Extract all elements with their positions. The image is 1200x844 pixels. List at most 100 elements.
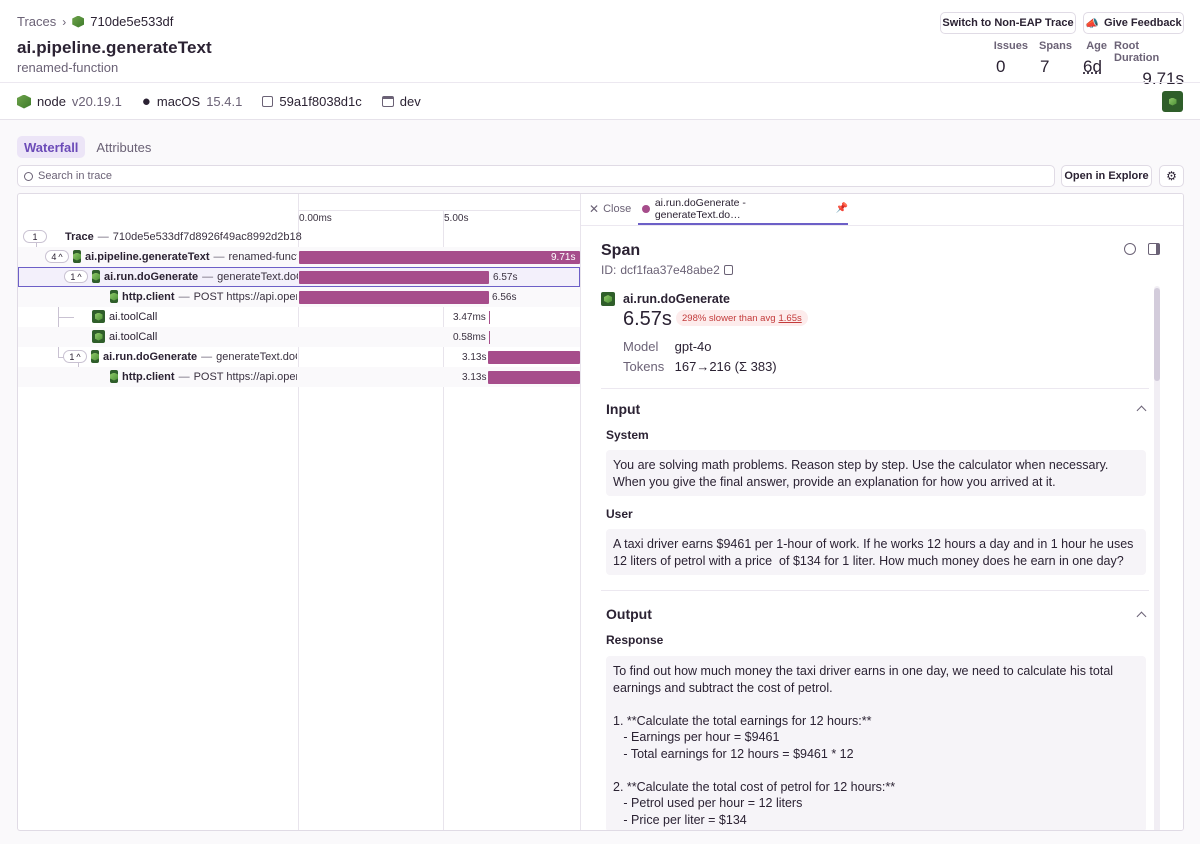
output-section-title[interactable]: Output bbox=[606, 606, 652, 622]
span-op: http.client bbox=[122, 290, 175, 303]
trace-root-id: 710de5e533df7d8926f49ac8992d2b18 bbox=[112, 230, 302, 243]
user-message: A taxi driver earns $9461 per 1-hour of … bbox=[606, 529, 1146, 575]
span-op: ai.pipeline.generateText bbox=[85, 250, 210, 263]
env-os-name: macOS bbox=[156, 94, 201, 109]
header-divider bbox=[0, 82, 1200, 83]
switch-trace-button[interactable]: Switch to Non-EAP Trace bbox=[940, 12, 1076, 34]
stat-spans-label: Spans bbox=[1038, 40, 1072, 52]
span-bar[interactable] bbox=[489, 331, 490, 344]
copy-icon[interactable] bbox=[723, 265, 733, 275]
tab-waterfall[interactable]: Waterfall bbox=[17, 136, 86, 158]
give-feedback-label: Give Feedback bbox=[1104, 17, 1182, 29]
open-in-explore-button[interactable]: Open in Explore bbox=[1061, 165, 1152, 187]
span-row-selected[interactable]: 1^ ai.run.doGenerate — generateText.doGe… bbox=[18, 267, 580, 287]
span-id-label: ID: bbox=[601, 263, 617, 277]
node-icon bbox=[92, 270, 100, 283]
waterfall-panel: 0.00ms 5.00s 1 Trace — 710de5e533df7d892… bbox=[17, 193, 1184, 831]
span-bar[interactable] bbox=[489, 311, 490, 324]
tab-attributes[interactable]: Attributes bbox=[89, 136, 158, 158]
trace-search-input[interactable]: Search in trace bbox=[17, 165, 1055, 187]
span-row-label: 4 ^ ai.pipeline.generateText — renamed-fu… bbox=[45, 250, 297, 263]
span-duration: 9.71s bbox=[551, 252, 576, 263]
span-children-badge[interactable]: 4 ^ bbox=[45, 250, 69, 263]
drawer-close-label: Close bbox=[603, 203, 632, 215]
span-row[interactable]: 1^ ai.run.doGenerate — generateText.doGe… bbox=[18, 347, 580, 367]
dash: — bbox=[178, 290, 190, 303]
response-label: Response bbox=[606, 633, 664, 647]
dash: — bbox=[178, 370, 190, 383]
stat-root-duration-value: 9.71s bbox=[1142, 69, 1184, 88]
drawer-close-button[interactable]: ✕ Close bbox=[589, 202, 631, 216]
node-icon bbox=[110, 290, 118, 303]
dash: — bbox=[201, 350, 213, 363]
chevron-up-icon[interactable] bbox=[1136, 405, 1147, 416]
span-bar[interactable] bbox=[488, 351, 580, 364]
env-os-version: 15.4.1 bbox=[206, 94, 243, 109]
breadcrumb-trace-id: 710de5e533df bbox=[90, 14, 174, 29]
span-bar[interactable] bbox=[299, 271, 489, 284]
timeline-tick-0: 0.00ms bbox=[299, 213, 332, 224]
env-release[interactable]: 59a1f8038d1c bbox=[262, 94, 362, 109]
give-feedback-button[interactable]: 📣 Give Feedback bbox=[1083, 12, 1184, 34]
settings-button[interactable]: ⚙ bbox=[1159, 165, 1184, 187]
breadcrumb: Traces › 710de5e533df bbox=[17, 14, 173, 29]
stat-age-value[interactable]: 6d bbox=[1083, 57, 1102, 77]
node-icon bbox=[92, 330, 105, 343]
gear-icon: ⚙ bbox=[1166, 169, 1177, 183]
chevron-up-icon[interactable] bbox=[1136, 611, 1147, 622]
node-icon bbox=[601, 292, 615, 306]
span-op: ai.toolCall bbox=[109, 310, 158, 323]
span-duration: 3.13s bbox=[462, 352, 487, 363]
span-bar[interactable] bbox=[299, 251, 580, 264]
response-message: To find out how much money the taxi driv… bbox=[606, 656, 1146, 830]
span-duration: 6.56s bbox=[492, 292, 517, 303]
span-bar[interactable] bbox=[488, 371, 580, 384]
drawer-scrollbar-thumb[interactable] bbox=[1154, 288, 1160, 381]
node-icon bbox=[91, 350, 99, 363]
avg-value[interactable]: 1.65s bbox=[778, 313, 801, 324]
drawer-span-tab-title: ai.run.doGenerate - generateText.do… bbox=[654, 196, 746, 221]
trace-root-row[interactable]: 1 Trace — 710de5e533df7d8926f49ac8992d2b… bbox=[18, 227, 580, 247]
span-row[interactable]: ai.toolCall 3.47ms bbox=[18, 307, 580, 327]
panel-layout-icon[interactable] bbox=[1148, 243, 1160, 255]
span-row[interactable]: ai.toolCall 0.58ms bbox=[18, 327, 580, 347]
open-in-explore-label: Open in Explore bbox=[1064, 170, 1149, 182]
section-divider bbox=[601, 388, 1149, 389]
trace-children-badge[interactable]: 1 bbox=[23, 230, 47, 243]
project-avatar-icon[interactable] bbox=[1162, 91, 1183, 112]
span-row[interactable]: http.client — POST https://api.openai.co… bbox=[18, 287, 580, 307]
apple-icon: ● bbox=[141, 93, 151, 110]
env-runtime: node v20.19.1 bbox=[17, 94, 122, 109]
span-duration: 0.58ms bbox=[453, 332, 486, 343]
span-children-badge[interactable]: 1 ^ bbox=[64, 270, 88, 283]
trace-root-label: 1 Trace — 710de5e533df7d8926f49ac8992d2b… bbox=[23, 230, 302, 243]
env-runtime-version: v20.19.1 bbox=[71, 94, 122, 109]
drawer-span-tab[interactable]: ai.run.doGenerate - generateText.do… 📌 bbox=[638, 194, 848, 225]
span-children-count: 1 bbox=[69, 351, 75, 362]
span-op: ai.toolCall bbox=[109, 330, 158, 343]
tokens-row: Tokens 167→216 (Σ 383) bbox=[623, 359, 777, 374]
span-summary-op-name: ai.run.doGenerate bbox=[623, 292, 730, 306]
stat-spans: Spans 7 bbox=[1038, 40, 1072, 77]
span-bar[interactable] bbox=[299, 291, 489, 304]
tokens-input: 167 bbox=[674, 359, 697, 374]
span-description: renamed-function bbox=[228, 250, 297, 263]
tokens-output: 216 (Σ 383) bbox=[709, 359, 777, 374]
span-row[interactable]: http.client — POST https://api.openai.co… bbox=[18, 367, 580, 387]
span-children-badge[interactable]: 1 ^ bbox=[63, 350, 87, 363]
input-section-title[interactable]: Input bbox=[606, 401, 640, 417]
chevron-up-icon: ^ bbox=[58, 251, 63, 262]
span-row[interactable]: 4 ^ ai.pipeline.generateText — renamed-fu… bbox=[18, 247, 580, 267]
model-value: gpt-4o bbox=[674, 339, 712, 354]
drawer-heading: Span bbox=[601, 242, 641, 259]
pin-icon[interactable]: 📌 bbox=[836, 203, 848, 214]
span-children-count: 4 bbox=[51, 251, 57, 262]
switch-trace-label: Switch to Non-EAP Trace bbox=[942, 17, 1074, 29]
span-color-dot-icon bbox=[642, 204, 650, 213]
env-os: ● macOS 15.4.1 bbox=[142, 93, 243, 110]
section-divider bbox=[601, 590, 1149, 591]
dash: — bbox=[202, 270, 214, 283]
breadcrumb-traces-link[interactable]: Traces bbox=[17, 14, 56, 29]
target-icon[interactable] bbox=[1124, 243, 1136, 255]
stat-root-duration-label: Root Duration bbox=[1114, 40, 1160, 64]
